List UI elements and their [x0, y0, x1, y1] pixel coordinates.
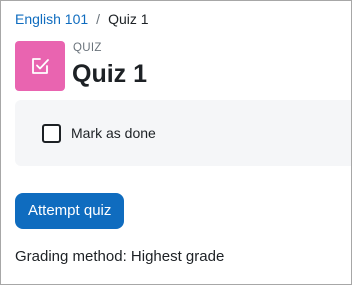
page-title: Quiz 1: [72, 60, 148, 88]
grading-method-text: Grading method: Highest grade: [15, 248, 225, 265]
mark-as-done-checkbox[interactable]: [42, 124, 61, 143]
module-type-label: QUIZ: [73, 42, 102, 54]
completion-panel: Mark as done: [15, 100, 351, 166]
quiz-checklist-icon: [32, 58, 49, 74]
attempt-quiz-button[interactable]: Attempt quiz: [15, 193, 125, 229]
breadcrumb-course-link[interactable]: English 101: [15, 10, 88, 28]
breadcrumb-current: Quiz 1: [108, 11, 149, 27]
breadcrumb-separator: /: [96, 11, 101, 27]
quiz-icon: [15, 41, 65, 91]
mark-as-done-label[interactable]: Mark as done: [71, 124, 156, 142]
page-frame: English 101 / Quiz 1 QUIZ Quiz 1 Mark as…: [0, 0, 352, 285]
breadcrumb: English 101 / Quiz 1: [15, 10, 149, 28]
